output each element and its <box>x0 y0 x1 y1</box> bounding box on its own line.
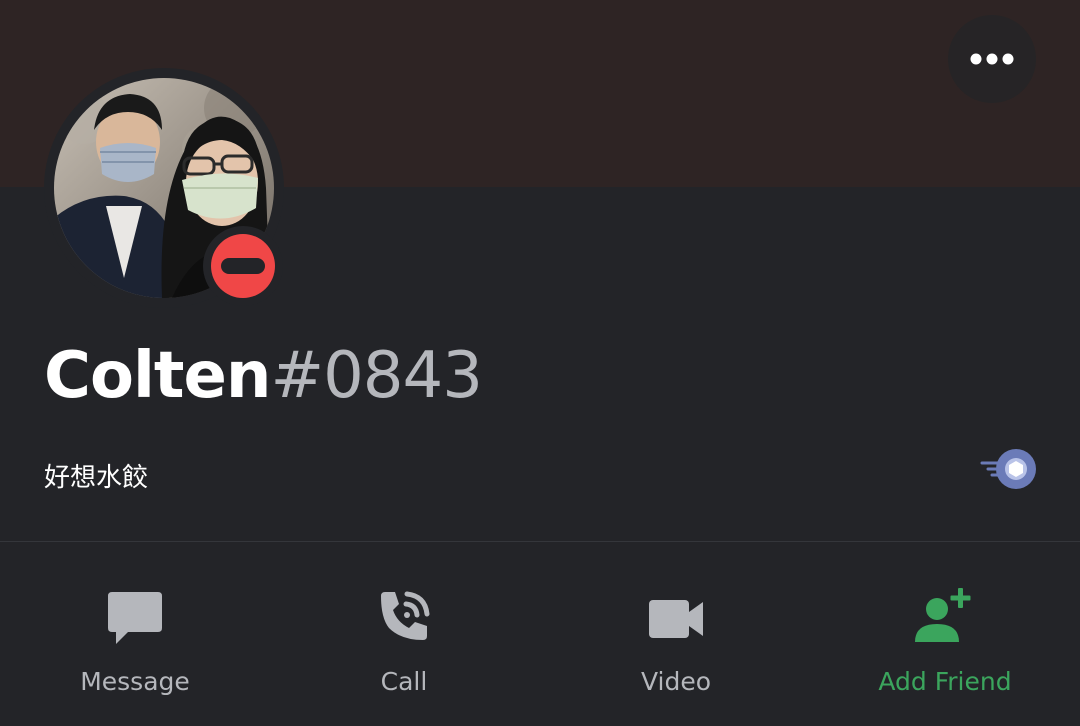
call-icon <box>381 591 430 640</box>
username-discriminator: #0843 <box>270 339 482 413</box>
video-label: Video <box>640 667 712 696</box>
status-dnd-bar <box>221 258 265 274</box>
more-options-button[interactable] <box>948 15 1036 103</box>
custom-status-text: 好想水餃 <box>44 463 149 493</box>
profile-username: Colten#0843 <box>44 336 483 416</box>
status-dnd-icon <box>211 234 275 298</box>
add-friend-button[interactable]: Add Friend <box>835 588 1055 698</box>
nitro-badge-icon[interactable] <box>978 447 1038 491</box>
more-horizontal-icon <box>970 53 1014 65</box>
call-label: Call <box>380 667 428 696</box>
section-divider <box>0 541 1080 542</box>
add-friend-icon <box>915 588 971 642</box>
message-button[interactable]: Message <box>25 588 245 698</box>
username-text: Colten <box>44 339 271 413</box>
video-icon <box>649 600 703 638</box>
video-button[interactable]: Video <box>566 588 786 698</box>
call-button[interactable]: Call <box>294 588 514 698</box>
profile-screen: Colten#0843 好想水餃 Message Call Video Add … <box>0 0 1080 726</box>
add-friend-label: Add Friend <box>878 667 1012 696</box>
message-label: Message <box>80 667 190 696</box>
message-icon <box>108 592 162 644</box>
